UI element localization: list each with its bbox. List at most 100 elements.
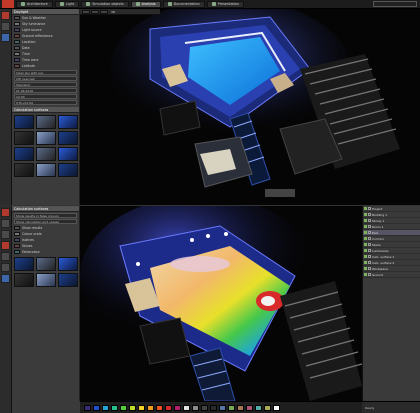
- colour-swatch[interactable]: [120, 404, 127, 411]
- property-field[interactable]: Standard: [14, 82, 77, 87]
- colour-swatch[interactable]: [84, 404, 91, 411]
- colour-swatch[interactable]: [156, 404, 163, 411]
- lock-checkbox[interactable]: [368, 267, 371, 270]
- scene-thumbnail[interactable]: [58, 131, 78, 145]
- rotate-tool-icon[interactable]: [1, 230, 10, 239]
- lock-checkbox[interactable]: [368, 273, 371, 276]
- select-tool-icon[interactable]: [1, 208, 10, 217]
- visibility-icon[interactable]: [364, 231, 367, 234]
- colour-swatch[interactable]: [264, 404, 271, 411]
- colour-swatch[interactable]: [201, 404, 208, 411]
- property-field[interactable]: 12:00: [14, 94, 77, 99]
- property-field[interactable]: 01.06.2016: [14, 88, 77, 93]
- tab-presentation[interactable]: Presentation: [206, 0, 245, 8]
- colour-swatch[interactable]: [165, 404, 172, 411]
- property-field[interactable]: Show results in false colours: [14, 213, 77, 218]
- colour-swatch[interactable]: [174, 404, 181, 411]
- visibility-icon[interactable]: [364, 261, 367, 264]
- light-tool-icon[interactable]: [1, 274, 10, 283]
- colour-swatch[interactable]: [129, 404, 136, 411]
- colour-swatch[interactable]: [210, 404, 217, 411]
- move-tool-icon[interactable]: [1, 219, 10, 228]
- search-input[interactable]: [373, 1, 417, 7]
- property-field[interactable]: UTC+01:00: [14, 100, 77, 105]
- tab-light[interactable]: Light: [54, 0, 80, 8]
- tab-analysis[interactable]: Analysis: [130, 0, 161, 8]
- scene-thumbnail[interactable]: [14, 257, 34, 271]
- scene-thumbnail[interactable]: [14, 115, 34, 129]
- lock-checkbox[interactable]: [368, 219, 371, 222]
- visibility-icon[interactable]: [364, 219, 367, 222]
- grid-tool-icon[interactable]: [1, 263, 10, 272]
- lock-checkbox[interactable]: [368, 207, 371, 210]
- tab-documentation[interactable]: Documentation: [162, 0, 205, 8]
- visibility-icon[interactable]: [364, 213, 367, 216]
- colour-swatch[interactable]: [183, 404, 190, 411]
- viewport-3d-top[interactable]: 3D: [80, 9, 420, 205]
- measure-tool-icon[interactable]: [1, 252, 10, 261]
- scene-thumbnail[interactable]: [14, 147, 34, 161]
- lock-checkbox[interactable]: [368, 255, 371, 258]
- property-field[interactable]: CIE overcast: [14, 76, 77, 81]
- colour-swatch[interactable]: [147, 404, 154, 411]
- colour-swatch[interactable]: [93, 404, 100, 411]
- visibility-icon[interactable]: [364, 207, 367, 210]
- scene-thumbnail[interactable]: [36, 147, 56, 161]
- scene-thumbnail[interactable]: [36, 163, 56, 177]
- visibility-icon[interactable]: [364, 225, 367, 228]
- colour-swatch[interactable]: [219, 404, 226, 411]
- view-top-button[interactable]: [91, 9, 99, 14]
- move-tool-icon[interactable]: [1, 22, 10, 31]
- scene-thumbnail[interactable]: [14, 131, 34, 145]
- visibility-icon[interactable]: [364, 243, 367, 246]
- visibility-icon[interactable]: [364, 273, 367, 276]
- tab-simulation-objects[interactable]: Simulation objects: [81, 0, 129, 8]
- visibility-icon[interactable]: [364, 255, 367, 258]
- colour-swatch[interactable]: [237, 404, 244, 411]
- select-tool-icon[interactable]: [1, 11, 10, 20]
- colour-swatch[interactable]: [111, 404, 118, 411]
- scene-thumbnail[interactable]: [58, 115, 78, 129]
- property-field[interactable]: Clear sky with sun: [14, 70, 77, 75]
- scene-thumbnail[interactable]: [14, 273, 34, 287]
- scene-thumbnail[interactable]: [36, 131, 56, 145]
- colour-swatch[interactable]: [255, 404, 262, 411]
- scene-thumbnail[interactable]: [36, 257, 56, 271]
- viewport-3d-bottom[interactable]: [80, 206, 362, 401]
- colour-swatch[interactable]: [246, 404, 253, 411]
- property-row[interactable]: Latitude: [12, 63, 79, 69]
- view-front-button[interactable]: [82, 9, 90, 14]
- light-tool-icon[interactable]: [1, 33, 10, 42]
- tab-icon: [59, 2, 64, 6]
- colour-swatch[interactable]: [273, 404, 280, 411]
- tool-strip-bottom: [0, 206, 12, 413]
- scene-thumbnail[interactable]: [58, 147, 78, 161]
- view-3d-button[interactable]: [100, 9, 108, 14]
- outliner-item[interactable]: Ground: [363, 272, 420, 278]
- lock-checkbox[interactable]: [368, 237, 371, 240]
- lock-checkbox[interactable]: [368, 261, 371, 264]
- visibility-icon[interactable]: [364, 267, 367, 270]
- lock-checkbox[interactable]: [368, 213, 371, 216]
- lock-checkbox[interactable]: [368, 249, 371, 252]
- visibility-icon[interactable]: [364, 237, 367, 240]
- lock-checkbox[interactable]: [368, 231, 371, 234]
- property-field[interactable]: Show calculation grid values: [14, 219, 77, 224]
- colour-swatch[interactable]: [102, 404, 109, 411]
- scene-thumbnail[interactable]: [58, 163, 78, 177]
- scene-thumbnail[interactable]: [58, 273, 78, 287]
- colour-swatch[interactable]: [138, 404, 145, 411]
- visibility-icon[interactable]: [364, 249, 367, 252]
- colour-swatch[interactable]: [228, 404, 235, 411]
- scene-thumbnail[interactable]: [58, 257, 78, 271]
- tab-architecture[interactable]: Architecture: [16, 0, 53, 8]
- scene-thumbnail[interactable]: [14, 163, 34, 177]
- scene-thumbnail[interactable]: [36, 273, 56, 287]
- lock-checkbox[interactable]: [368, 243, 371, 246]
- outliner-label: Pool: [372, 230, 379, 235]
- colour-swatch[interactable]: [192, 404, 199, 411]
- lock-checkbox[interactable]: [368, 225, 371, 228]
- calc-tool-icon[interactable]: [1, 241, 10, 250]
- scene-thumbnail[interactable]: [36, 115, 56, 129]
- app-logo: [2, 0, 14, 8]
